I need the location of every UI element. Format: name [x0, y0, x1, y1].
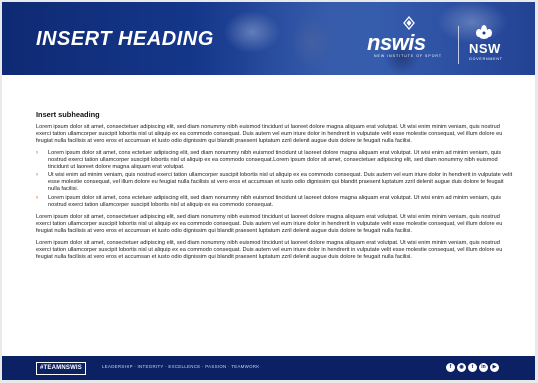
youtube-icon[interactable]: ▶: [490, 363, 499, 372]
footer-bar: #TEAMNSWIS LEADERSHIP · INTEGRITY · EXCE…: [2, 356, 535, 380]
nswis-logo-subtext: NEW INSTITUTE OF SPORT: [374, 54, 443, 58]
hashtag-badge: #TEAMNSWIS: [36, 362, 87, 375]
slide: INSERT HEADING nswis NEW INSTITUTE OF SP…: [2, 2, 535, 380]
bullet-item: › Ut wisi enim ad minim veniam, quis nos…: [36, 172, 514, 193]
instagram-icon[interactable]: ◉: [457, 363, 466, 372]
header-banner: INSERT HEADING nswis NEW INSTITUTE OF SP…: [2, 2, 535, 75]
nsw-government-logo: NSW GOVERNMENT: [467, 24, 503, 64]
body-paragraph: Lorem ipsum dolor sit amet, consectetuer…: [36, 124, 503, 144]
content-area: Insert subheading Lorem ipsum dolor sit …: [36, 110, 514, 265]
chevron-right-icon: ›: [36, 149, 38, 156]
subheading: Insert subheading: [36, 110, 100, 119]
bullet-item: › Lorem ipsum dolor sit amet, cons ectet…: [36, 195, 514, 209]
nswis-logo-text: nswis: [367, 30, 426, 55]
body-paragraph: Lorem ipsum dolor sit amet, consectetuer…: [36, 239, 503, 260]
bullet-item: › Lorem ipsum dolor sit amet, cons ectet…: [36, 150, 514, 171]
nsw-logo-subtext: GOVERNMENT: [469, 57, 503, 61]
page-title: INSERT HEADING: [36, 28, 214, 50]
bullet-text: Ut wisi enim ad minim veniam, quis nostr…: [48, 172, 513, 193]
social-icons: f ◉ t in ▶: [446, 363, 499, 373]
logo-divider: [458, 26, 459, 64]
chevron-right-icon: ›: [36, 195, 38, 202]
body-paragraph: Lorem ipsum dolor sit amet, consectetuer…: [36, 213, 503, 234]
nswis-mark-icon: [403, 16, 415, 30]
twitter-icon[interactable]: t: [468, 363, 477, 372]
nswis-logo: nswis: [367, 16, 426, 56]
waratah-icon: [476, 25, 492, 39]
bullet-text: Lorem ipsum dolor sit amet, cons ectetue…: [48, 195, 502, 209]
nsw-logo-text: NSW: [469, 41, 501, 56]
bullet-text: Lorem ipsum dolor sit amet, cons ectetue…: [48, 149, 502, 170]
chevron-right-icon: ›: [36, 172, 38, 179]
linkedin-icon[interactable]: in: [479, 363, 488, 372]
facebook-icon[interactable]: f: [446, 363, 455, 372]
values-line: LEADERSHIP · INTEGRITY · EXCELLENCE · PA…: [102, 364, 260, 369]
bullet-list: › Lorem ipsum dolor sit amet, cons ectet…: [36, 150, 514, 209]
